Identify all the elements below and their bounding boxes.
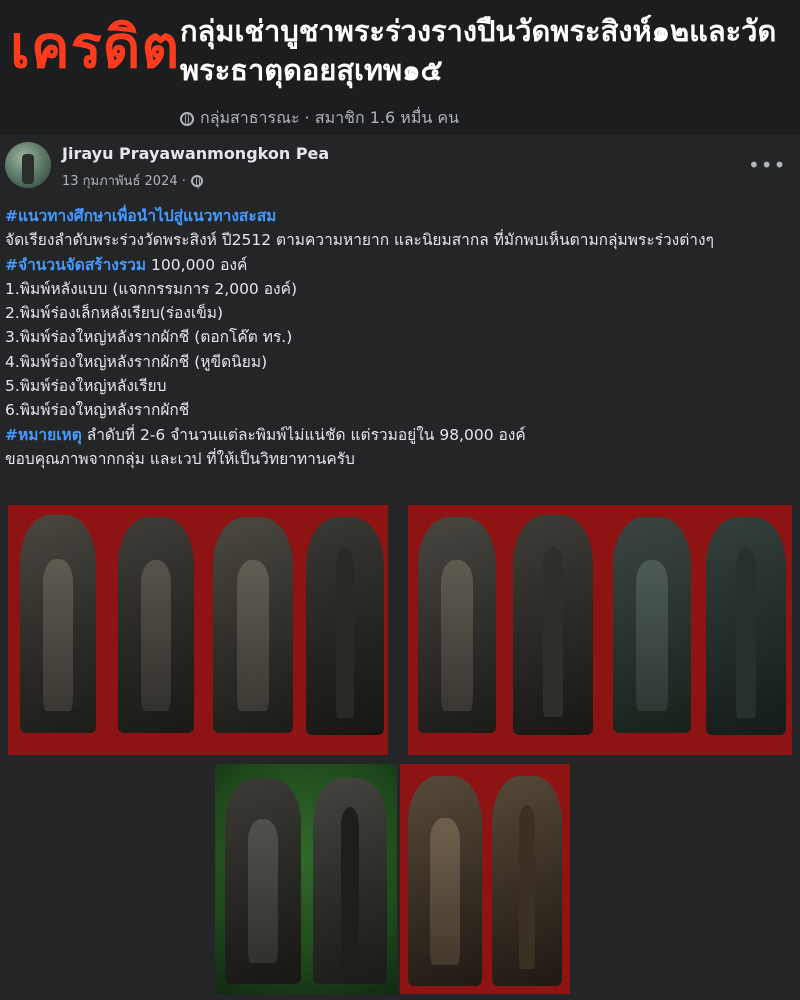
post-line: 4.พิมพ์ร่องใหญ่หลังรากผักชี (หูขีดนิยม)	[5, 350, 795, 374]
amulet-back-5	[492, 776, 562, 986]
author-name[interactable]: Jirayu Prayawanmongkon Pea	[62, 144, 329, 163]
credit-label: เครดิต	[10, 13, 181, 81]
globe-icon	[180, 111, 194, 126]
post-line-text: 2.พิมพ์ร่องเล็กหลังเรียบ(ร่องเข็ม)	[5, 304, 224, 323]
amulet-front-4	[418, 517, 496, 733]
post-line: ขอบคุณภาพจากกลุ่ม และเวป ที่ให้เป็นวิทยา…	[5, 447, 795, 471]
amulet-back-2	[513, 515, 593, 735]
post-line: 3.พิมพ์ร่องใหญ่หลังรากผักชี (ตอกโค๊ต ทร.…	[5, 325, 795, 349]
post-line: จัดเรียงลำดับพระร่วงวัดพระสิงห์ ปี2512 ต…	[5, 228, 795, 252]
amulet-front-2	[118, 517, 194, 733]
author-avatar[interactable]	[5, 142, 51, 188]
amulet-back-3	[706, 517, 786, 735]
amulet-front-6	[225, 778, 301, 984]
hashtag-link[interactable]: #หมายเหตุ	[5, 426, 82, 444]
post-content: #แนวทางศึกษาเพื่อนำไปสู่แนวทางสะสมจัดเรี…	[5, 204, 795, 471]
amulet-front-1	[20, 515, 96, 733]
amulet-front-7	[408, 776, 482, 986]
post-line-text: 1.พิมพ์หลังแบบ (แจกกรรมการ 2,000 องค์)	[5, 279, 298, 298]
post-line: 6.พิมพ์ร่องใหญ่หลังรากผักชี	[5, 398, 795, 422]
post-line-text: 5.พิมพ์ร่องใหญ่หลังเรียบ	[5, 377, 167, 396]
post-date-row: 13 กุมภาพันธ์ 2024 ·	[62, 170, 203, 191]
hashtag-link[interactable]: #จำนวนจัดสร้างรวม	[5, 256, 146, 274]
post-line-text: 6.พิมพ์ร่องใหญ่หลังรากผักชี	[5, 401, 190, 420]
amulet-back-4	[313, 778, 387, 984]
group-meta: กลุ่มสาธารณะ · สมาชิก 1.6 หมื่น คน	[180, 106, 459, 131]
amulet-back-1	[306, 517, 384, 735]
photo-2[interactable]	[408, 505, 792, 755]
more-dots-icon[interactable]: •••	[748, 155, 786, 175]
post-line-text: จัดเรียงลำดับพระร่วงวัดพระสิงห์ ปี2512 ต…	[5, 231, 714, 250]
post-line-text: ขอบคุณภาพจากกลุ่ม และเวป ที่ให้เป็นวิทยา…	[5, 449, 355, 468]
post-line-text: 3.พิมพ์ร่องใหญ่หลังรากผักชี (ตอกโค๊ต ทร.…	[5, 328, 293, 347]
group-title[interactable]: กลุ่มเช่าบูชาพระร่วงรางปืนวัดพระสิงห์๑๒แ…	[180, 12, 790, 90]
post-line-text: 4.พิมพ์ร่องใหญ่หลังรากผักชี (หูขีดนิยม)	[5, 352, 268, 371]
post-line: 2.พิมพ์ร่องเล็กหลังเรียบ(ร่องเข็ม)	[5, 301, 795, 325]
post-line: #หมายเหตุ ลำดับที่ 2-6 จำนวนแต่ละพิมพ์ไม…	[5, 423, 795, 447]
photo-3[interactable]	[215, 764, 397, 994]
photo-4[interactable]	[400, 764, 570, 994]
post-line: 1.พิมพ์หลังแบบ (แจกกรรมการ 2,000 องค์)	[5, 277, 795, 301]
post-line: #แนวทางศึกษาเพื่อนำไปสู่แนวทางสะสม	[5, 204, 795, 228]
post-line: #จำนวนจัดสร้างรวม 100,000 องค์	[5, 253, 795, 277]
amulet-front-3	[213, 517, 293, 733]
privacy-globe-icon	[190, 174, 203, 189]
group-meta-text: กลุ่มสาธารณะ · สมาชิก 1.6 หมื่น คน	[200, 108, 460, 127]
post-line-text: ลำดับที่ 2-6 จำนวนแต่ละพิมพ์ไม่แน่ชัด แต…	[81, 425, 526, 444]
hashtag-link[interactable]: #แนวทางศึกษาเพื่อนำไปสู่แนวทางสะสม	[5, 207, 276, 225]
post-line-text: 100,000 องค์	[146, 255, 248, 274]
post-date[interactable]: 13 กุมภาพันธ์ 2024 ·	[62, 170, 186, 191]
post-line: 5.พิมพ์ร่องใหญ่หลังเรียบ	[5, 374, 795, 398]
amulet-front-5	[613, 517, 691, 733]
group-header: เครดิต กลุ่มเช่าบูชาพระร่วงรางปืนวัดพระส…	[0, 0, 800, 135]
photo-1[interactable]	[8, 505, 388, 755]
